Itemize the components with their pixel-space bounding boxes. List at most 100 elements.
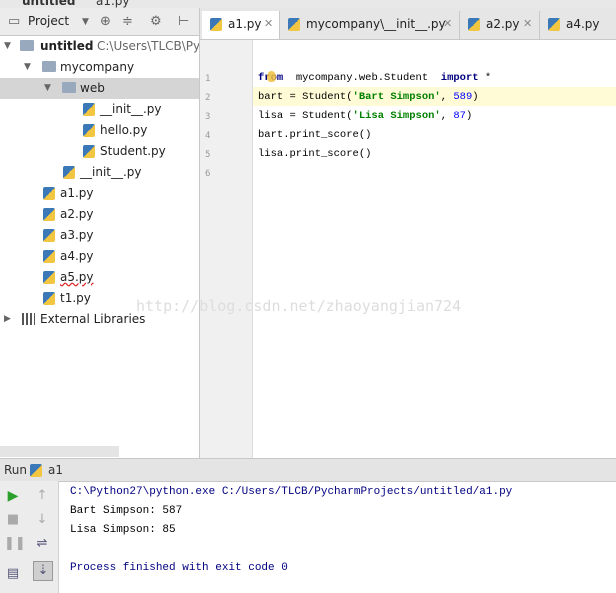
tree-item-label: Student.py <box>100 144 166 158</box>
line-number: 6 <box>205 169 211 179</box>
tree-item-label: a2.py <box>60 207 94 221</box>
project-toolbar: ▭ Project ▼ ⊕ ≑ ⚙ ⊢ <box>0 8 199 36</box>
code-line-5[interactable]: lisa.print_score() <box>258 148 371 160</box>
project-view-label[interactable]: Project <box>28 14 69 28</box>
tree-item-mycompany[interactable]: ▼ mycompany <box>0 57 199 78</box>
close-icon[interactable]: ✕ <box>443 11 452 37</box>
expand-arrow-icon[interactable]: ▶ <box>4 309 11 330</box>
line-number: 5 <box>205 150 211 160</box>
python-file-icon <box>43 208 55 221</box>
tree-item-student[interactable]: Student.py <box>0 141 199 162</box>
python-file-icon <box>43 271 55 284</box>
close-icon[interactable]: ✕ <box>523 11 532 37</box>
run-panel-header: Run a1 <box>0 458 616 482</box>
hide-panel-icon[interactable]: ⊢ <box>178 14 189 29</box>
tree-item-label: a4.py <box>60 249 94 263</box>
package-icon <box>62 82 76 93</box>
code-line-2[interactable]: bart = Student('Bart Simpson', 589) <box>258 91 479 103</box>
restore-layout-icon[interactable]: ▤ <box>4 565 22 583</box>
folder-icon <box>20 40 34 51</box>
up-arrow-icon[interactable]: ↑ <box>33 487 51 505</box>
python-file-icon <box>43 229 55 242</box>
package-icon <box>42 61 56 72</box>
tree-item-a2[interactable]: a2.py <box>0 204 199 225</box>
soft-wrap-icon[interactable]: ⇌ <box>33 535 51 553</box>
code-text: ) <box>472 91 479 103</box>
tree-item-label: a5.py <box>60 270 94 284</box>
python-file-icon <box>83 145 95 158</box>
python-file-icon <box>43 250 55 263</box>
python-file-icon <box>83 124 95 137</box>
editor-tabs: a1.py ✕ mycompany\__init__.py ✕ a2.py ✕ … <box>200 8 616 40</box>
python-file-icon <box>30 464 42 477</box>
python-file-icon <box>43 292 55 305</box>
tab-mycompany-init[interactable]: mycompany\__init__.py ✕ <box>280 11 460 39</box>
tree-item-init-web[interactable]: __init__.py <box>0 99 199 120</box>
tree-item-a1[interactable]: a1.py <box>0 183 199 204</box>
tab-a4[interactable]: a4.py <box>540 11 616 39</box>
tab-label: a2.py <box>486 17 520 31</box>
python-file-icon <box>548 18 560 31</box>
console-command: C:\Python27\python.exe C:/Users/TLCB/Pyc… <box>70 486 513 498</box>
close-icon[interactable]: ✕ <box>264 11 273 37</box>
breadcrumb-file[interactable]: a1.py <box>96 0 130 8</box>
breadcrumb-project[interactable]: untitled <box>22 0 76 8</box>
code-line-1[interactable]: from mycompany.web.Student import * <box>258 72 491 84</box>
chevron-down-icon[interactable]: ▼ <box>82 17 89 27</box>
expand-arrow-icon[interactable]: ▼ <box>4 36 11 57</box>
expand-arrow-icon[interactable]: ▼ <box>24 57 31 78</box>
tree-item-a3[interactable]: a3.py <box>0 225 199 246</box>
code-line-4[interactable]: bart.print_score() <box>258 129 371 141</box>
tab-label: a4.py <box>566 17 600 31</box>
code-text: * <box>484 72 492 84</box>
tree-item-untitled[interactable]: ▼ untitled C:\Users\TLCB\Py <box>0 36 201 57</box>
tab-a2[interactable]: a2.py ✕ <box>460 11 540 39</box>
console-exit-status: Process finished with exit code 0 <box>70 562 288 574</box>
pause-icon[interactable]: ❚❚ <box>4 535 26 553</box>
tree-item-init-mycompany[interactable]: __init__.py <box>0 162 199 183</box>
code-line-3[interactable]: lisa = Student('Lisa Simpson', 87) <box>258 110 472 122</box>
code-text: , <box>440 91 454 103</box>
code-number: 589 <box>453 91 473 103</box>
python-file-icon <box>288 18 300 31</box>
python-file-icon <box>468 18 480 31</box>
console-output-line: Lisa Simpson: 85 <box>70 524 176 536</box>
tab-label: mycompany\__init__.py <box>306 17 446 31</box>
gear-icon[interactable]: ⚙ <box>150 14 162 29</box>
line-number: 4 <box>205 131 211 141</box>
python-file-icon <box>83 103 95 116</box>
library-icon <box>22 313 35 325</box>
python-file-icon <box>63 166 75 179</box>
sync-icon[interactable]: ⊕ <box>100 14 111 29</box>
horizontal-scrollbar[interactable] <box>0 446 119 457</box>
breadcrumb: untitled a1.py <box>0 0 616 8</box>
code-module: mycompany.web.Student <box>295 72 429 84</box>
tree-item-path: C:\Users\TLCB\Py <box>97 39 201 53</box>
console-output-line: Bart Simpson: 587 <box>70 505 183 517</box>
rerun-icon[interactable]: ▶ <box>4 487 22 505</box>
tree-item-label: untitled <box>40 39 94 53</box>
tree-item-a4[interactable]: a4.py <box>0 246 199 267</box>
lightbulb-icon[interactable] <box>267 71 276 82</box>
project-view-icon: ▭ <box>8 14 21 29</box>
tree-item-a5[interactable]: a5.py <box>0 267 199 288</box>
expand-arrow-icon[interactable]: ▼ <box>44 78 51 99</box>
code-text: , <box>440 110 454 122</box>
tree-item-web[interactable]: ▼ web <box>0 78 199 99</box>
watermark: http://blog.csdn.net/zhaoyangjian724 <box>136 297 462 315</box>
python-file-icon <box>210 18 222 31</box>
down-arrow-icon[interactable]: ↓ <box>33 511 51 529</box>
code-string: 'Lisa Simpson' <box>352 110 441 122</box>
code-text: bart = Student( <box>258 91 353 103</box>
collapse-all-icon[interactable]: ≑ <box>122 14 133 29</box>
tree-item-label: hello.py <box>100 123 148 137</box>
line-number: 3 <box>205 112 211 122</box>
stop-icon[interactable]: ■ <box>4 511 22 529</box>
code-keyword: import <box>440 72 479 84</box>
code-number: 87 <box>453 110 466 122</box>
tree-item-hello[interactable]: hello.py <box>0 120 199 141</box>
run-label[interactable]: Run <box>4 463 27 477</box>
scroll-to-end-icon[interactable]: ⇣ <box>33 561 53 581</box>
line-number: 2 <box>205 93 211 103</box>
tab-a1[interactable]: a1.py ✕ <box>202 11 280 39</box>
